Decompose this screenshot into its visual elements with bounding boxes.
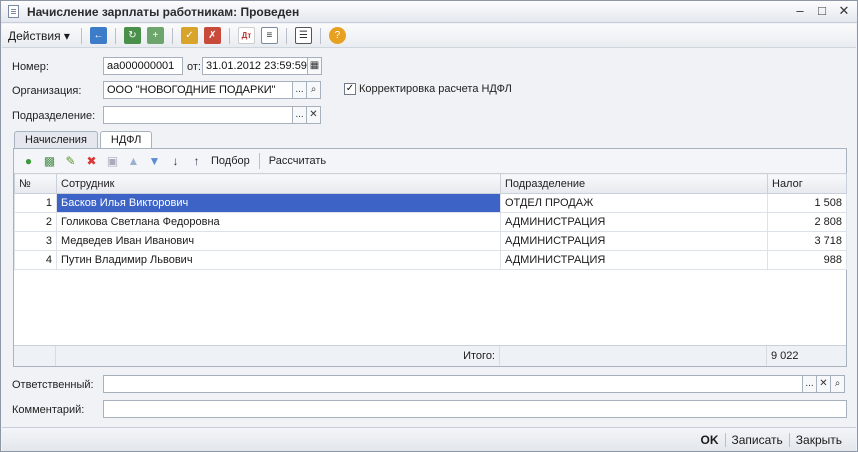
add-row-icon[interactable]: ● [21, 154, 36, 169]
footer-cell [14, 346, 56, 366]
toolbar-separator [171, 27, 173, 44]
table-row[interactable]: 2 Голикова Светлана Федоровна АДМИНИСТРА… [14, 212, 847, 232]
actions-label: Действия [8, 28, 61, 43]
report-icon[interactable]: ≡ [260, 27, 278, 44]
close-button[interactable]: Закрыть [790, 433, 848, 447]
copy-icon[interactable]: + [146, 27, 164, 44]
select-button[interactable]: Подбор [211, 155, 250, 167]
col-employee[interactable]: Сотрудник [56, 173, 501, 194]
comment-label: Комментарий: [12, 404, 85, 416]
responsible-field[interactable] [103, 375, 803, 393]
table-row[interactable]: 3 Медведев Иван Иванович АДМИНИСТРАЦИЯ 3… [14, 231, 847, 251]
document-window: Начисление зарплаты работникам: Проведен… [0, 0, 858, 452]
row-employee[interactable]: Голикова Светлана Федоровна [56, 212, 501, 232]
number-label: Номер: [12, 61, 49, 73]
panel-toolbar: ● ▩ ✎ ✖ ▣ ▲ ▼ ↓ ↑ Подбор Рассчитать [14, 149, 846, 173]
org-field[interactable]: ООО "НОВОГОДНИЕ ПОДАРКИ" [103, 81, 293, 99]
ndfl-table: № Сотрудник Подразделение Налог 1 Басков… [14, 173, 847, 270]
help-icon[interactable]: ? [328, 27, 346, 44]
main-toolbar: Действия ▾ ← ↻ + ✓ ✗ Дт ≡ ☰ ? [2, 24, 856, 48]
maximize-icon[interactable]: □ [815, 4, 829, 18]
unpost-icon[interactable]: ✗ [203, 27, 221, 44]
col-num[interactable]: № [14, 173, 57, 194]
toolbar-separator [114, 27, 116, 44]
window-title: Начисление зарплаты работникам: Проведен [27, 4, 300, 19]
move-up-icon[interactable]: ▲ [126, 154, 141, 169]
calendar-icon[interactable]: ▦ [307, 57, 322, 75]
row-division[interactable]: АДМИНИСТРАЦИЯ [500, 250, 768, 270]
total-label: Итого: [56, 346, 500, 366]
division-label: Подразделение: [12, 110, 96, 122]
clear-icon[interactable]: ✕ [306, 106, 321, 124]
row-division[interactable]: АДМИНИСТРАЦИЯ [500, 212, 768, 232]
reread-icon[interactable]: ↻ [123, 27, 141, 44]
ok-button[interactable]: OK [695, 433, 725, 447]
ndfl-correction-label: Корректировка расчета НДФЛ [359, 83, 512, 95]
total-value: 9 022 [771, 350, 799, 362]
row-division[interactable]: ОТДЕЛ ПРОДАЖ [500, 193, 768, 213]
post-icon[interactable]: ✓ [180, 27, 198, 44]
row-employee[interactable]: Путин Владимир Львович [56, 250, 501, 270]
date-label: от: [187, 61, 201, 73]
bottom-bar: OK Записать Закрыть [2, 427, 856, 451]
toolbar-separator [319, 27, 321, 44]
row-division[interactable]: АДМИНИСТРАЦИЯ [500, 231, 768, 251]
org-select-button[interactable]: ... [292, 81, 307, 99]
responsible-select-button[interactable]: ... [802, 375, 817, 393]
close-icon[interactable]: ✕ [837, 4, 851, 18]
structure-icon[interactable]: ☰ [294, 27, 312, 44]
table-row[interactable]: 1 Басков Илья Викторович ОТДЕЛ ПРОДАЖ 1 … [14, 193, 847, 213]
dt-kt-icon[interactable]: Дт [237, 27, 255, 44]
number-field[interactable]: аа000000001 [103, 57, 183, 75]
calculate-button[interactable]: Рассчитать [269, 155, 326, 167]
table-footer: Итого: 9 022 [14, 345, 846, 366]
comment-field[interactable] [103, 400, 847, 418]
division-field[interactable] [103, 106, 293, 124]
col-division[interactable]: Подразделение [500, 173, 768, 194]
toolbar-separator [285, 27, 287, 44]
row-tax[interactable]: 2 808 [767, 212, 847, 232]
delete-row-icon[interactable]: ✖ [84, 154, 99, 169]
row-num: 1 [14, 193, 57, 213]
end-edit-icon[interactable]: ▣ [105, 154, 120, 169]
row-num: 4 [14, 250, 57, 270]
row-num: 3 [14, 231, 57, 251]
ndfl-correction-checkbox[interactable]: ✓ [344, 83, 356, 95]
toolbar-separator [80, 27, 82, 44]
copy-row-icon[interactable]: ▩ [42, 154, 57, 169]
edit-row-icon[interactable]: ✎ [63, 154, 78, 169]
row-tax[interactable]: 3 718 [767, 231, 847, 251]
save-button[interactable]: Записать [726, 433, 789, 447]
search-icon[interactable]: ⌕ [830, 375, 845, 393]
row-tax[interactable]: 1 508 [767, 193, 847, 213]
row-tax[interactable]: 988 [767, 250, 847, 270]
document-icon [8, 5, 19, 18]
responsible-label: Ответственный: [12, 379, 94, 391]
col-tax[interactable]: Налог [767, 173, 847, 194]
move-down-icon[interactable]: ▼ [147, 154, 162, 169]
footer-cell [500, 346, 767, 366]
table-row[interactable]: 4 Путин Владимир Львович АДМИНИСТРАЦИЯ 9… [14, 250, 847, 270]
row-employee[interactable]: Медведев Иван Иванович [56, 231, 501, 251]
row-num: 2 [14, 212, 57, 232]
date-field[interactable]: 31.01.2012 23:59:59 [202, 57, 308, 75]
sort-desc-icon[interactable]: ↑ [189, 154, 204, 169]
org-label: Организация: [12, 85, 82, 97]
toolbar-separator [258, 153, 260, 169]
ndfl-panel: ● ▩ ✎ ✖ ▣ ▲ ▼ ↓ ↑ Подбор Рассчитать № Со… [13, 148, 847, 367]
title-bar: Начисление зарплаты работникам: Проведен… [1, 1, 857, 23]
sort-asc-icon[interactable]: ↓ [168, 154, 183, 169]
actions-menu-button[interactable]: Действия ▾ [8, 29, 70, 43]
division-select-button[interactable]: ... [292, 106, 307, 124]
search-icon[interactable]: ⌕ [306, 81, 321, 99]
post-and-close-icon[interactable]: ← [89, 27, 107, 44]
tab-accruals[interactable]: Начисления [14, 131, 98, 149]
toolbar-separator [228, 27, 230, 44]
row-employee[interactable]: Басков Илья Викторович [56, 193, 501, 213]
clear-icon[interactable]: ✕ [816, 375, 831, 393]
minimize-icon[interactable]: – [793, 4, 807, 18]
